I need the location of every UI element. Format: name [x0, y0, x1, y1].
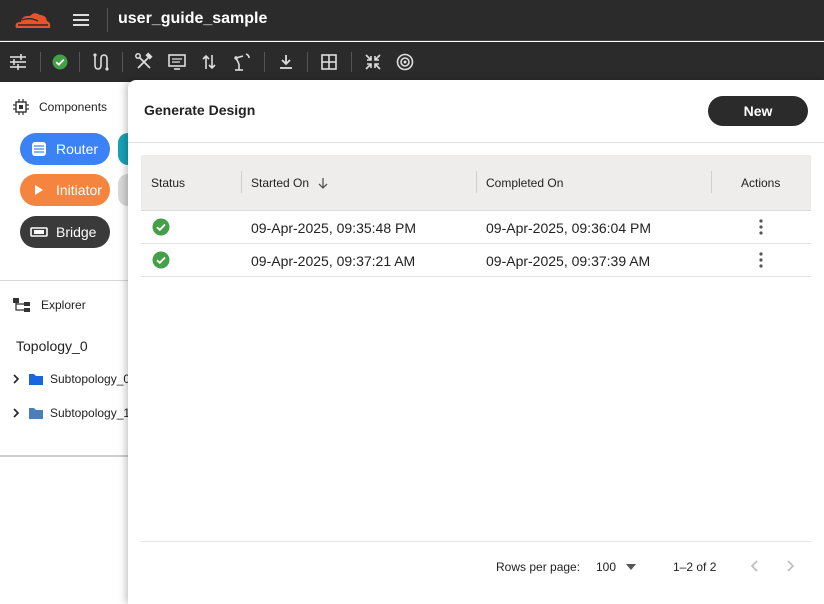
- header-divider: [107, 8, 108, 32]
- router-label: Router: [56, 141, 99, 157]
- components-label: Components: [39, 100, 108, 114]
- column-header-completed-on[interactable]: Completed On: [486, 176, 563, 190]
- grid-icon[interactable]: [319, 52, 339, 72]
- folder-icon: [29, 374, 43, 385]
- toolbar: [0, 42, 824, 82]
- rows-per-page-select[interactable]: 100: [596, 560, 637, 574]
- started-on-cell: 09-Apr-2025, 09:37:21 AM: [251, 253, 416, 269]
- router-chip[interactable]: Router: [20, 133, 110, 165]
- bridge-label: Bridge: [56, 224, 97, 240]
- toolbar-divider: [122, 52, 123, 72]
- tree-item-label: Subtopology_1: [50, 406, 131, 420]
- chevron-right-icon[interactable]: [10, 373, 22, 385]
- new-button[interactable]: New: [708, 96, 808, 126]
- arrow-down-icon[interactable]: [317, 177, 329, 189]
- hamburger-menu-icon[interactable]: [71, 10, 91, 30]
- caret-down-icon[interactable]: [626, 564, 637, 570]
- more-vert-icon[interactable]: [755, 218, 767, 236]
- column-header-started-on[interactable]: Started On: [251, 176, 329, 190]
- components-header: Components: [13, 99, 107, 115]
- hierarchy-icon: [13, 298, 30, 312]
- explorer-label: Explorer: [41, 298, 86, 312]
- cloud-logo-icon[interactable]: [12, 8, 52, 32]
- table-header: Status Started On Completed On Actions: [141, 155, 811, 211]
- started-on-cell: 09-Apr-2025, 09:35:48 PM: [251, 220, 416, 236]
- table-row[interactable]: 09-Apr-2025, 09:35:48 PM 09-Apr-2025, 09…: [141, 211, 811, 244]
- folder-icon: [29, 408, 43, 419]
- runs-table: Status Started On Completed On Actions 0…: [141, 155, 811, 277]
- route-icon[interactable]: [90, 52, 110, 72]
- chip-icon: [13, 99, 29, 115]
- app-header: user_guide_sample: [0, 0, 824, 41]
- download-icon[interactable]: [276, 52, 296, 72]
- bridge-icon: [30, 227, 48, 237]
- table-pagination: Rows per page: 100 1–2 of 2: [141, 542, 811, 592]
- toolbar-divider: [351, 52, 352, 72]
- generate-design-dialog: Generate Design New Status Started On Co…: [128, 80, 824, 604]
- tree-item-label: Subtopology_0: [50, 372, 131, 386]
- chevron-right-icon[interactable]: [782, 558, 798, 574]
- success-check-icon: [152, 218, 170, 236]
- tools-icon[interactable]: [134, 52, 154, 72]
- collapse-icon[interactable]: [363, 52, 383, 72]
- swap-vert-icon[interactable]: [199, 52, 219, 72]
- router-icon: [32, 142, 46, 156]
- chevron-right-icon[interactable]: [10, 407, 22, 419]
- play-icon: [35, 185, 43, 195]
- panel-divider: [0, 455, 128, 457]
- rows-per-page-value: 100: [596, 560, 617, 574]
- project-title: user_guide_sample: [118, 10, 268, 27]
- target-icon[interactable]: [395, 52, 415, 72]
- pagination-range: 1–2 of 2: [673, 560, 717, 574]
- initiator-chip[interactable]: Initiator: [20, 174, 110, 206]
- tree-root-topology[interactable]: Topology_0: [16, 338, 88, 354]
- monitor-icon[interactable]: [167, 52, 187, 72]
- initiator-label: Initiator: [56, 182, 102, 198]
- robot-arm-icon[interactable]: [232, 52, 252, 72]
- dialog-title: Generate Design: [144, 102, 256, 118]
- tune-icon[interactable]: [8, 52, 28, 72]
- dialog-divider: [128, 142, 824, 143]
- toolbar-divider: [79, 52, 80, 72]
- started-on-label: Started On: [251, 176, 310, 190]
- bridge-chip[interactable]: Bridge: [20, 216, 110, 248]
- chevron-left-icon[interactable]: [747, 558, 763, 574]
- completed-on-cell: 09-Apr-2025, 09:36:04 PM: [486, 220, 651, 236]
- explorer-header: Explorer: [13, 297, 86, 313]
- column-divider: [241, 171, 242, 193]
- check-circle-icon[interactable]: [50, 52, 70, 72]
- panel-divider: [0, 280, 128, 281]
- column-header-status[interactable]: Status: [151, 176, 185, 190]
- toolbar-divider: [307, 52, 308, 72]
- tree-item-subtopology-1[interactable]: Subtopology_1: [10, 406, 130, 420]
- toolbar-divider: [264, 52, 265, 72]
- column-header-actions: Actions: [741, 176, 781, 190]
- success-check-icon: [152, 251, 170, 269]
- column-divider: [476, 171, 477, 193]
- column-divider: [711, 171, 712, 193]
- completed-on-cell: 09-Apr-2025, 09:37:39 AM: [486, 253, 651, 269]
- tree-item-subtopology-0[interactable]: Subtopology_0: [10, 372, 130, 386]
- more-vert-icon[interactable]: [755, 251, 767, 269]
- left-panel: Components Router Initiator Bridge Explo…: [0, 82, 138, 604]
- rows-per-page-label: Rows per page:: [496, 560, 581, 574]
- toolbar-divider: [40, 52, 41, 72]
- table-row[interactable]: 09-Apr-2025, 09:37:21 AM 09-Apr-2025, 09…: [141, 244, 811, 277]
